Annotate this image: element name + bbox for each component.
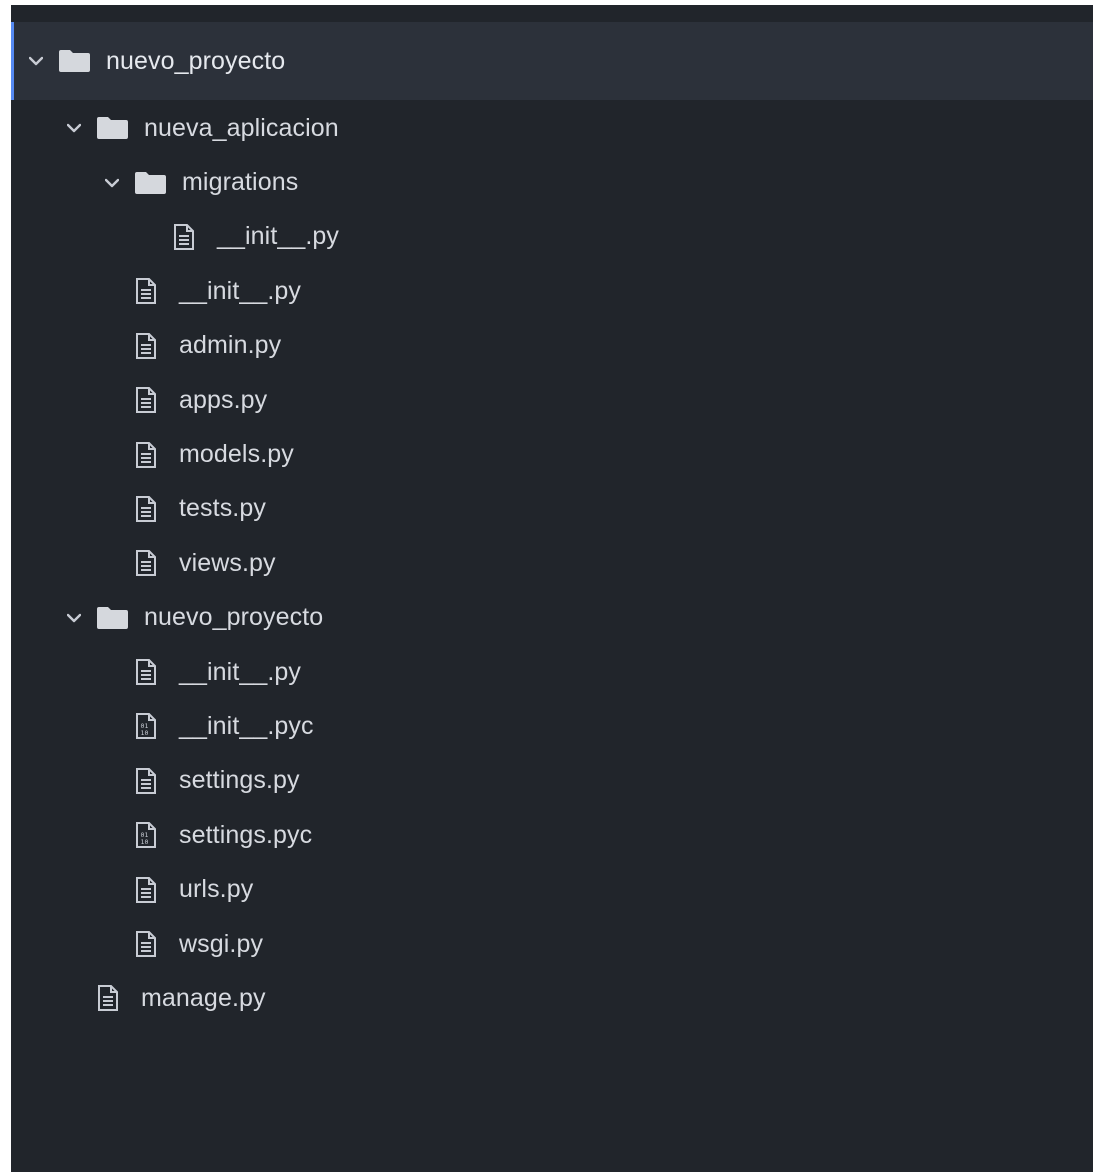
- file-text-icon: [135, 332, 157, 359]
- folder-icon: [135, 171, 166, 194]
- tree-item-label: views.py: [179, 548, 276, 577]
- tree-item-label: admin.py: [179, 331, 282, 360]
- chevron-down-icon[interactable]: [27, 52, 45, 70]
- tree-root-folder[interactable]: nuevo_proyecto: [11, 22, 1093, 100]
- file-binary-icon: 01 10: [135, 713, 157, 740]
- folder-icon: [59, 50, 90, 72]
- folder-icon: [97, 606, 128, 629]
- tree-item-label: migrations: [182, 168, 299, 197]
- file-text-icon: [135, 931, 157, 958]
- tree-folder-item[interactable]: migrations: [11, 155, 1093, 209]
- file-binary-icon: 01 10: [135, 822, 157, 849]
- tree-root-label: nuevo_proyecto: [106, 46, 286, 75]
- tree-file-item[interactable]: __init__.py: [11, 645, 1093, 699]
- file-text-icon: [135, 495, 157, 522]
- file-text-icon: [97, 985, 119, 1012]
- tree-file-item[interactable]: 01 10 settings.pyc: [11, 808, 1093, 862]
- file-text-icon: [135, 659, 157, 686]
- tree-view-panel: nuevo_proyecto nueva_aplicacion migration…: [11, 5, 1093, 1172]
- tree-item-label: models.py: [179, 440, 294, 469]
- tree-item-label: manage.py: [141, 983, 266, 1012]
- tree-folder-item[interactable]: nueva_aplicacion: [11, 101, 1093, 155]
- tree-folder-item[interactable]: nuevo_proyecto: [11, 591, 1093, 645]
- tree-item-label: tests.py: [179, 494, 266, 523]
- tree-item-label: __init__.pyc: [179, 711, 314, 740]
- file-text-icon: [135, 441, 157, 468]
- file-text-icon: [135, 876, 157, 903]
- file-text-icon: [135, 387, 157, 414]
- file-text-icon: [135, 550, 157, 577]
- tree-file-item[interactable]: __init__.py: [11, 210, 1093, 264]
- tree-file-item[interactable]: tests.py: [11, 482, 1093, 536]
- tree-file-item[interactable]: wsgi.py: [11, 917, 1093, 971]
- tree-file-item[interactable]: __init__.py: [11, 264, 1093, 318]
- chevron-down-icon[interactable]: [65, 119, 83, 137]
- chevron-down-icon[interactable]: [103, 174, 121, 192]
- tree-item-label: __init__.py: [217, 222, 340, 251]
- file-text-icon: [135, 767, 157, 794]
- folder-icon: [97, 117, 128, 140]
- file-text-icon: [173, 223, 195, 250]
- tree-file-item[interactable]: settings.py: [11, 754, 1093, 808]
- tree-item-label: settings.pyc: [179, 820, 313, 849]
- file-text-icon: [135, 278, 157, 305]
- tree-file-item[interactable]: admin.py: [11, 319, 1093, 373]
- tree-file-item[interactable]: apps.py: [11, 373, 1093, 427]
- tree-file-item[interactable]: urls.py: [11, 862, 1093, 916]
- tree-file-item[interactable]: 01 10 __init__.pyc: [11, 699, 1093, 753]
- svg-text:10: 10: [141, 729, 149, 737]
- tree-file-item[interactable]: models.py: [11, 427, 1093, 481]
- tree-item-label: __init__.py: [179, 276, 302, 305]
- tree-file-item[interactable]: manage.py: [11, 971, 1093, 1025]
- tree-item-label: wsgi.py: [179, 929, 264, 958]
- tree-item-label: __init__.py: [179, 657, 302, 686]
- chevron-down-icon[interactable]: [65, 609, 83, 627]
- tree-items: nueva_aplicacion migrations __init__.py __i…: [11, 101, 1093, 1026]
- tree-file-item[interactable]: views.py: [11, 536, 1093, 590]
- tree-item-label: nueva_aplicacion: [144, 113, 339, 142]
- tree-item-label: apps.py: [179, 385, 268, 414]
- tree-item-label: settings.py: [179, 766, 300, 795]
- tree-item-label: urls.py: [179, 875, 254, 904]
- svg-text:10: 10: [141, 838, 149, 846]
- tree-item-label: nuevo_proyecto: [144, 603, 324, 632]
